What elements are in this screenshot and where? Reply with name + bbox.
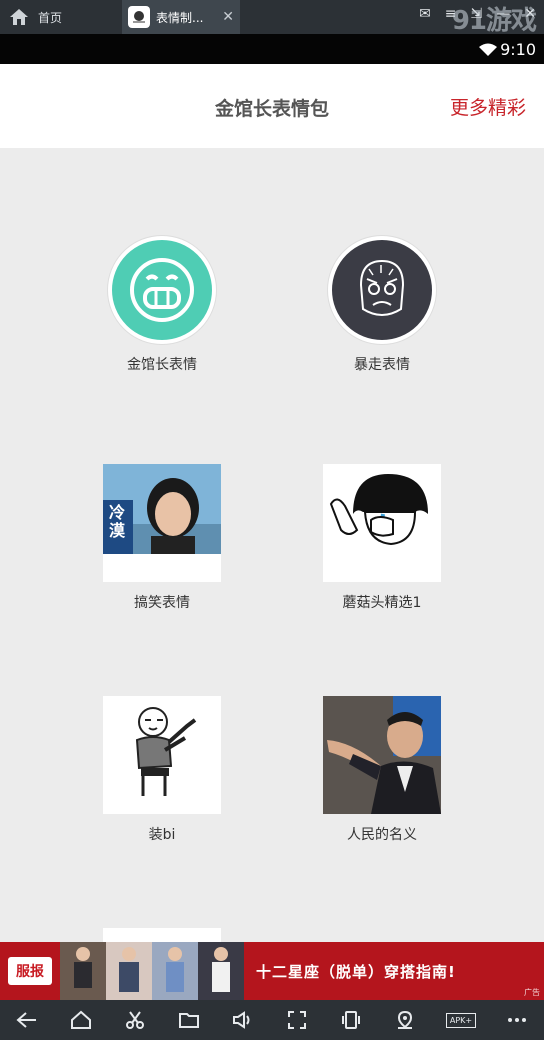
- status-time: 9:10: [500, 40, 536, 59]
- grid-item[interactable]: 装bi: [62, 696, 262, 844]
- home-tab-label: 首页: [38, 10, 63, 25]
- photo-overlay-text: 冷漠: [108, 503, 125, 540]
- apk-icon[interactable]: APK+: [444, 1005, 478, 1035]
- app-tab[interactable]: 表情制... ✕: [122, 0, 240, 34]
- grid-item[interactable]: 金馆长表情: [62, 236, 262, 374]
- grid-item[interactable]: [62, 928, 262, 942]
- rotate-icon[interactable]: [336, 1005, 366, 1035]
- home-icon[interactable]: [66, 1005, 96, 1035]
- grid-item-label: 蘑菇头精选1: [342, 595, 422, 611]
- pointing-man-icon: [103, 696, 221, 814]
- emulator-bottom-bar: APK+: [0, 1000, 544, 1040]
- more-button[interactable]: 更多精彩: [450, 93, 526, 120]
- grid-item-label: 搞笑表情: [134, 595, 190, 611]
- status-bar: 9:10: [0, 34, 544, 64]
- mail-icon[interactable]: ✉: [419, 6, 431, 22]
- partial-thumbnail: [103, 928, 221, 942]
- ad-photos: [60, 942, 244, 1000]
- ad-model-photo: [60, 942, 106, 1000]
- brand-watermark: 91游戏: [451, 6, 537, 36]
- folder-icon[interactable]: [174, 1005, 204, 1035]
- grid-item-label: 装bi: [148, 827, 176, 843]
- grid-item[interactable]: 蘑菇头精选1: [282, 464, 482, 612]
- grid-item-label: 人民的名义: [347, 827, 417, 843]
- more-icon[interactable]: [502, 1005, 532, 1035]
- ad-model-photo: [198, 942, 244, 1000]
- grid-item-label: 金馆长表情: [127, 357, 197, 373]
- emulator-toolbar: 首页 表情制... ✕ ✉ ≡ ⇲ — ✕ 91游戏: [0, 0, 544, 36]
- volume-icon[interactable]: [228, 1005, 258, 1035]
- grid-item[interactable]: 暴走表情: [282, 236, 482, 374]
- grin-face-icon: [108, 236, 216, 344]
- location-icon[interactable]: [390, 1005, 420, 1035]
- grid-item-label: 暴走表情: [354, 357, 410, 373]
- ad-banner[interactable]: 服报 十二星座（脱单）穿搭指南! 广告: [0, 942, 544, 1000]
- sticker-grid: 金馆长表情 暴走表情 冷漠 搞笑表情 蘑菇头精选1 装bi 人民的名义: [0, 148, 544, 942]
- ad-model-photo: [106, 942, 152, 1000]
- suit-man-photo-icon: [323, 696, 441, 814]
- ad-tag: 广告: [524, 988, 540, 997]
- fullscreen-icon[interactable]: [282, 1005, 312, 1035]
- ad-model-photo: [152, 942, 198, 1000]
- woman-photo-icon: 冷漠: [103, 464, 221, 582]
- rage-face-icon: [328, 236, 436, 344]
- scissors-icon[interactable]: [120, 1005, 150, 1035]
- app-tab-icon: [128, 6, 150, 28]
- back-icon[interactable]: [12, 1005, 42, 1035]
- emulator-home-tab[interactable]: 首页: [8, 6, 118, 28]
- app-tab-label: 表情制...: [156, 10, 204, 25]
- mushroom-head-icon: [323, 464, 441, 582]
- grid-item[interactable]: 人民的名义: [282, 696, 482, 844]
- ad-headline: 十二星座（脱单）穿搭指南!: [256, 962, 456, 981]
- grid-item[interactable]: 冷漠 搞笑表情: [62, 464, 262, 612]
- wifi-icon: [479, 43, 497, 56]
- app-header: 金馆长表情包 更多精彩: [0, 64, 544, 148]
- ad-logo: 服报: [8, 957, 52, 985]
- house-icon: [10, 9, 28, 25]
- tab-close-icon[interactable]: ✕: [222, 9, 234, 25]
